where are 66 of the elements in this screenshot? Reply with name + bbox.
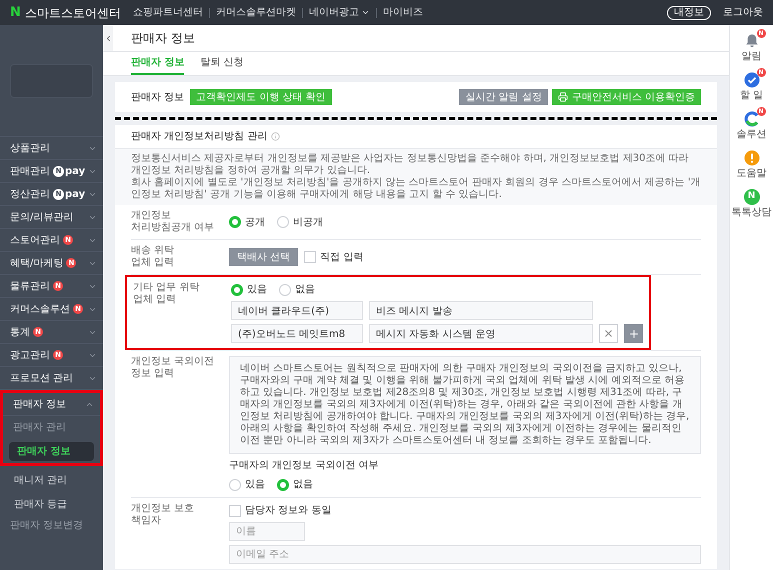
chat-bubble-icon: N — [744, 189, 760, 205]
checkbox-label: 직접 입력 — [320, 250, 364, 264]
radio-button[interactable] — [229, 478, 241, 490]
overseas-notice: 네이버 스마트스토어는 원칙적으로 판매자에 의한 구매자 개인정보의 국외이전을 금지하고 있으나, 구매자와의 구매 계약 체결 및 이행을 위해 불가피하게 국외 업체에 위탁 발생 시에 예외적으로 허용하고 있습니다. 개인정보 보호법 제28조의8 및 제30조, 개인정보 보호법 시행령 제31조에 따라, 구매자의 개인정보를 국외의 제3자에게 이전(위탁)하는 경우, 아래와 같은 국외이전에 관한 사항을 개인정보 처리방침에 공개하여야 합니다. 구매자의 개인정보를 국외의 제3자에게 이전(위탁)하는 경우, 아래의 사항을 확인하여 작성해 주세요. 개인정보를 국외의 제3자에게 이전하는 경우에는 물리적인 이전 뿐만 아니라 국외의 제3자가 스마트스토어센터 내 정보를 조회하는 경우도 포함됩니다. — [229, 356, 701, 454]
row-label: 기타 업무 위탁 업체 입력 — [133, 282, 200, 307]
menu-item[interactable]: 판매자 정보 — [3, 393, 100, 416]
row-label: 개인정보 국외이전 정보 입력 — [131, 356, 216, 381]
bell-icon — [744, 33, 760, 49]
question-label: 구매자의 개인정보 국외이전 여부 — [229, 459, 380, 473]
radio-button[interactable] — [277, 216, 289, 228]
card-label: 판매자 정보 — [131, 90, 184, 104]
printer-icon — [558, 92, 568, 102]
input-field[interactable]: 메시지 자동화 시스템 운영 — [369, 324, 593, 343]
brand-name: 스마트스토어센터 — [24, 4, 121, 22]
input-field[interactable]: 네이버 클라우드(주) — [231, 301, 363, 320]
radio-button[interactable] — [231, 284, 243, 296]
nav-link[interactable]: 커머스솔루션마켓 — [216, 5, 296, 20]
page-title: 판매자 정보 — [131, 30, 195, 47]
submenu-group-label: 판매자 정보변경 — [9, 519, 84, 533]
notice-text: 회사 홈페이지에 별도로 '개인정보 처리방침'을 공개하지 않는 스마트스토어 판매자 회원의 경우 스마트스토어에서 제공하는 '개인정보 처리방침' 공개 기능을 이용해 구매자에게 해당 내용을 고지 할 수 있습니다. — [131, 177, 701, 201]
radio-label: 없음 — [293, 478, 313, 492]
row-label: 개인정보 처리방침공개 여부 — [131, 210, 216, 234]
submenu-group-label: 판매자 관리 — [12, 421, 68, 435]
row-label: 개인정보 보호 책임자 — [131, 503, 196, 528]
menu-item[interactable]: 문의/리뷰관리 — [0, 206, 103, 229]
add-button[interactable] — [624, 324, 643, 343]
submenu-item[interactable]: 판매자 정보 — [9, 442, 94, 461]
radio-button[interactable] — [277, 478, 289, 490]
plus-icon — [628, 328, 640, 340]
collapse-handle[interactable] — [103, 25, 113, 51]
submenu-item[interactable]: 판매자 등급 — [6, 495, 97, 514]
check-badge-icon — [744, 72, 760, 88]
radio-button[interactable] — [279, 284, 291, 296]
rail-button[interactable]: 도움말 — [736, 150, 766, 181]
radio-label: 있음 — [247, 283, 267, 297]
close-icon — [603, 328, 614, 339]
checkbox-label: 담당자 정보와 동일 — [245, 504, 332, 518]
ring-logo-icon — [744, 111, 760, 127]
radio-label: 비공개 — [293, 216, 323, 230]
checkbox[interactable] — [229, 504, 241, 516]
submenu-item[interactable]: 매니저 관리 — [6, 471, 97, 490]
input-field[interactable]: 비즈 메시지 발송 — [369, 301, 593, 320]
info-icon — [271, 132, 280, 141]
input-field[interactable]: 이메일 주소 — [229, 545, 701, 564]
radio-label: 있음 — [245, 478, 265, 492]
checkbox[interactable] — [304, 251, 316, 263]
nav-link[interactable]: 네이버광고 — [308, 5, 370, 20]
radio-button[interactable] — [229, 216, 241, 228]
remove-button[interactable] — [599, 324, 618, 343]
nav-link[interactable]: 마이비즈 — [382, 5, 423, 20]
section-title: 판매자 개인정보처리방침 관리 — [131, 130, 268, 144]
menu-item[interactable]: 상품관리 — [0, 137, 103, 160]
input-field[interactable]: (주)오버노드 메잇트m8 — [231, 324, 363, 343]
logo-mark: N — [10, 4, 21, 22]
logout-button[interactable]: 로그아웃 — [723, 5, 763, 20]
tab[interactable]: 탈퇴 신청 — [200, 52, 244, 75]
radio-label: 공개 — [245, 216, 265, 230]
menu-item[interactable]: 프로모션 관리 — [0, 367, 103, 390]
nav-link[interactable]: 쇼핑파트너센터 — [132, 5, 203, 20]
row-label: 배송 위탁 업체 입력 — [131, 245, 176, 269]
rail-button[interactable]: N 톡톡상담 — [732, 189, 772, 220]
radio-label: 없음 — [295, 283, 315, 297]
exclamation-icon — [744, 150, 760, 166]
notice-text: 정보통신서비스 제공자로부터 개인정보를 제공받은 사업자는 정보통신망법을 준수해야 하며, 개인정보보호법 제30조에 따라 개인정보 처리방침을 정하여 공개할 의무가 있습니다. — [131, 153, 690, 177]
my-info-button[interactable]: 내정보 — [667, 6, 711, 20]
input-field[interactable]: 이름 — [229, 522, 305, 541]
